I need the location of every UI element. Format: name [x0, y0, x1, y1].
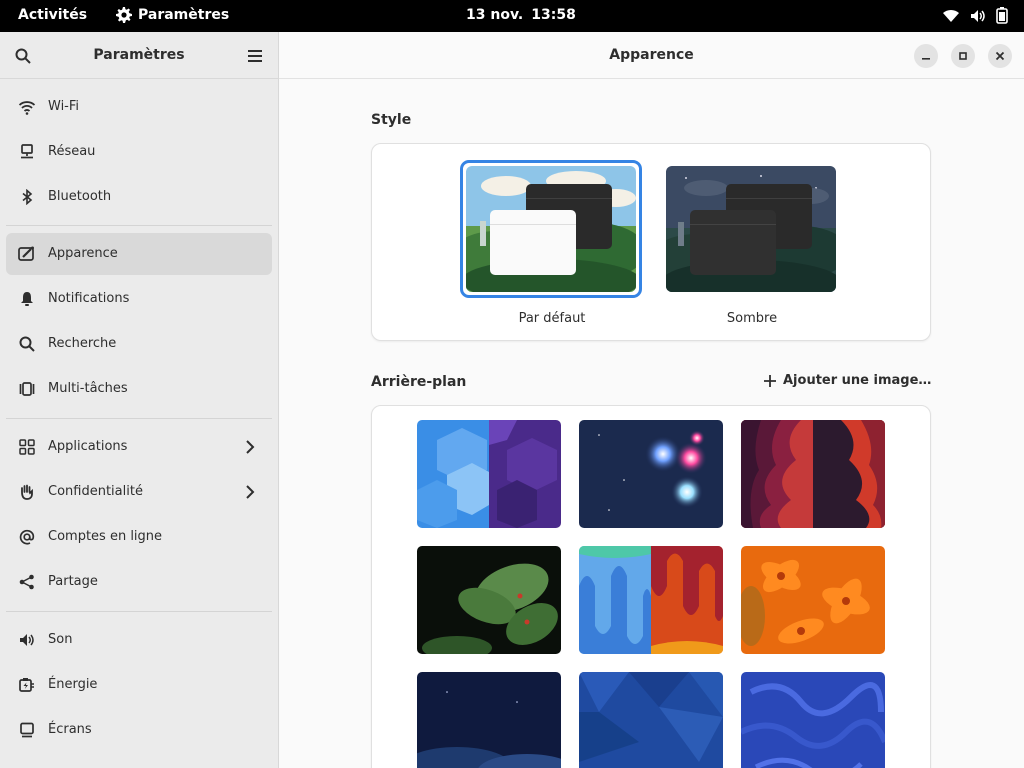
background-section-title: Arrière-plan	[371, 374, 467, 390]
power-icon	[18, 676, 36, 694]
add-image-label: Ajouter une image…	[783, 373, 932, 388]
style-section-title: Style	[371, 112, 412, 128]
sidebar-item-search[interactable]: Recherche	[6, 323, 272, 365]
minimize-icon	[922, 58, 930, 60]
sidebar-item-label: Wi-Fi	[48, 99, 80, 114]
search-icon	[18, 335, 36, 353]
sidebar-item-label: Écrans	[48, 722, 92, 737]
sidebar-item-power[interactable]: Énergie	[6, 664, 272, 706]
appearance-page: Style Par défaut Sombre Arrière-plan Ajo…	[279, 80, 1024, 768]
wifi-icon	[943, 9, 959, 22]
wallpaper-thumbnail[interactable]	[741, 672, 885, 768]
share-icon	[18, 573, 36, 591]
bluetooth-icon	[18, 188, 36, 206]
chevron-right-icon	[242, 483, 258, 501]
sidebar-item-multitasking[interactable]: Multi-tâches	[6, 368, 272, 410]
sidebar-item-sharing[interactable]: Partage	[6, 561, 272, 603]
clock-time: 13:58	[531, 7, 576, 23]
sidebar-item-label: Recherche	[48, 336, 117, 351]
sidebar-item-sound[interactable]: Son	[6, 619, 272, 661]
sidebar-item-label: Son	[48, 632, 73, 647]
close-icon	[995, 51, 1005, 61]
volume-icon	[971, 9, 985, 22]
clock[interactable]: 13 nov. 13:58	[466, 7, 576, 23]
background-card	[371, 405, 931, 768]
sidebar-item-label: Réseau	[48, 144, 96, 159]
battery-icon	[996, 7, 1008, 24]
network-icon	[18, 143, 36, 161]
content-header: Apparence	[279, 32, 1024, 79]
hand-icon	[18, 483, 36, 501]
maximize-button[interactable]	[951, 44, 975, 68]
wallpaper-thumbnail[interactable]	[417, 420, 561, 528]
top-bar: Activités Paramètres 13 nov. 13:58	[0, 0, 1024, 32]
chevron-right-icon	[242, 438, 258, 456]
sidebar-header: Paramètres	[0, 32, 278, 79]
style-option-default[interactable]: Par défaut	[460, 160, 644, 326]
sidebar-item-wifi[interactable]: Wi-Fi	[6, 86, 272, 128]
sidebar: Paramètres Wi-Fi Réseau Bluetooth Appare…	[0, 32, 279, 768]
plus-icon	[764, 374, 776, 387]
sidebar-item-label: Confidentialité	[48, 484, 143, 499]
wallpaper-thumbnail[interactable]	[741, 420, 885, 528]
wallpaper-thumbnail[interactable]	[579, 672, 723, 768]
page-title: Apparence	[609, 47, 694, 63]
sidebar-item-label: Énergie	[48, 677, 98, 692]
system-tray[interactable]	[942, 7, 1008, 24]
sidebar-item-label: Comptes en ligne	[48, 529, 163, 544]
style-option-label: Sombre	[726, 311, 778, 326]
wallpaper-thumbnail[interactable]	[417, 546, 561, 654]
clock-date: 13 nov.	[466, 7, 524, 23]
bell-icon	[18, 290, 36, 308]
sidebar-separator	[6, 225, 272, 226]
light-style-preview	[466, 166, 636, 292]
sidebar-separator	[6, 418, 272, 419]
sidebar-item-privacy[interactable]: Confidentialité	[6, 471, 272, 513]
sidebar-item-displays[interactable]: Écrans	[6, 709, 272, 751]
close-button[interactable]	[988, 44, 1012, 68]
minimize-button[interactable]	[914, 44, 938, 68]
app-menu-label: Paramètres	[138, 7, 230, 23]
wallpaper-thumbnail[interactable]	[579, 420, 723, 528]
dark-style-preview	[666, 166, 836, 292]
maximize-icon	[959, 52, 967, 60]
app-menu[interactable]: Paramètres	[116, 7, 229, 23]
sidebar-title: Paramètres	[93, 47, 185, 63]
style-option-label: Par défaut	[518, 311, 586, 326]
at-icon	[18, 528, 36, 546]
add-image-button[interactable]: Ajouter une image…	[763, 373, 931, 388]
appearance-icon	[18, 245, 36, 263]
sidebar-item-label: Applications	[48, 439, 128, 454]
settings-window: Paramètres Wi-Fi Réseau Bluetooth Appare…	[0, 32, 1024, 768]
sidebar-item-label: Multi-tâches	[48, 381, 128, 396]
sidebar-item-label: Apparence	[48, 246, 118, 261]
apps-grid-icon	[18, 438, 36, 456]
display-icon	[18, 721, 36, 739]
wallpaper-thumbnail[interactable]	[741, 546, 885, 654]
activities-button[interactable]: Activités	[18, 7, 87, 23]
speaker-icon	[18, 631, 36, 649]
sidebar-item-appearance[interactable]: Apparence	[6, 233, 272, 275]
hamburger-icon	[248, 50, 262, 62]
wifi-icon	[18, 98, 36, 116]
gear-icon	[116, 7, 132, 23]
style-card: Par défaut Sombre	[371, 143, 931, 341]
sidebar-item-notifications[interactable]: Notifications	[6, 278, 272, 320]
wallpaper-thumbnail[interactable]	[417, 672, 561, 768]
main-menu-button[interactable]	[242, 43, 268, 69]
sidebar-item-bluetooth[interactable]: Bluetooth	[6, 176, 272, 218]
sidebar-separator	[6, 611, 272, 612]
sidebar-item-label: Partage	[48, 574, 98, 589]
multitasking-icon	[18, 380, 36, 398]
sidebar-item-label: Notifications	[48, 291, 130, 306]
sidebar-item-online-accounts[interactable]: Comptes en ligne	[6, 516, 272, 558]
wallpaper-thumbnail[interactable]	[579, 546, 723, 654]
sidebar-item-label: Bluetooth	[48, 189, 112, 204]
sidebar-item-applications[interactable]: Applications	[6, 426, 272, 468]
style-option-dark[interactable]: Sombre	[660, 160, 844, 326]
sidebar-item-network[interactable]: Réseau	[6, 131, 272, 173]
